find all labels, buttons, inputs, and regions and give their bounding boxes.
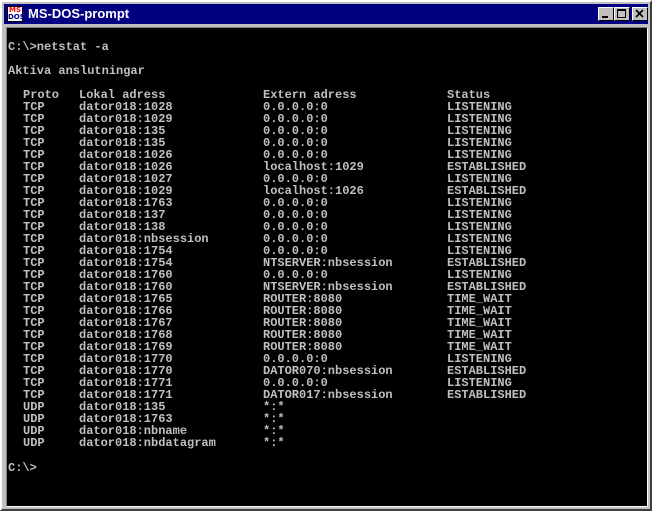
console-area[interactable]: C:\>netstat -a Aktiva anslutningar Proto… xyxy=(6,27,648,507)
icon-label-dos: DOS xyxy=(8,13,25,21)
window-title: MS-DOS-prompt xyxy=(28,6,130,21)
close-button[interactable] xyxy=(632,7,648,21)
minimize-icon xyxy=(602,16,608,18)
cell-foreign-address: *:* xyxy=(263,436,285,450)
command-prompt[interactable]: C:\> xyxy=(8,462,37,474)
connections-heading: Aktiva anslutningar xyxy=(8,64,145,78)
msdos-window: MS DOS MS-DOS-prompt C:\>netstat -a Akti… xyxy=(0,0,652,511)
maximize-icon xyxy=(617,9,626,18)
title-bar[interactable]: MS DOS MS-DOS-prompt xyxy=(4,4,648,24)
cell-status: ESTABLISHED xyxy=(447,388,527,402)
msdos-app-icon[interactable]: MS DOS xyxy=(7,6,25,22)
minimize-button[interactable] xyxy=(598,7,614,21)
cell-local-address: dator018:nbdatagram xyxy=(79,436,216,450)
table-row: UDP dator018:nbdatagram *:* xyxy=(7,437,647,449)
close-icon xyxy=(635,9,644,18)
maximize-button[interactable] xyxy=(614,7,630,21)
cell-proto: UDP xyxy=(23,436,45,450)
command-line: C:\>netstat -a xyxy=(8,40,109,54)
